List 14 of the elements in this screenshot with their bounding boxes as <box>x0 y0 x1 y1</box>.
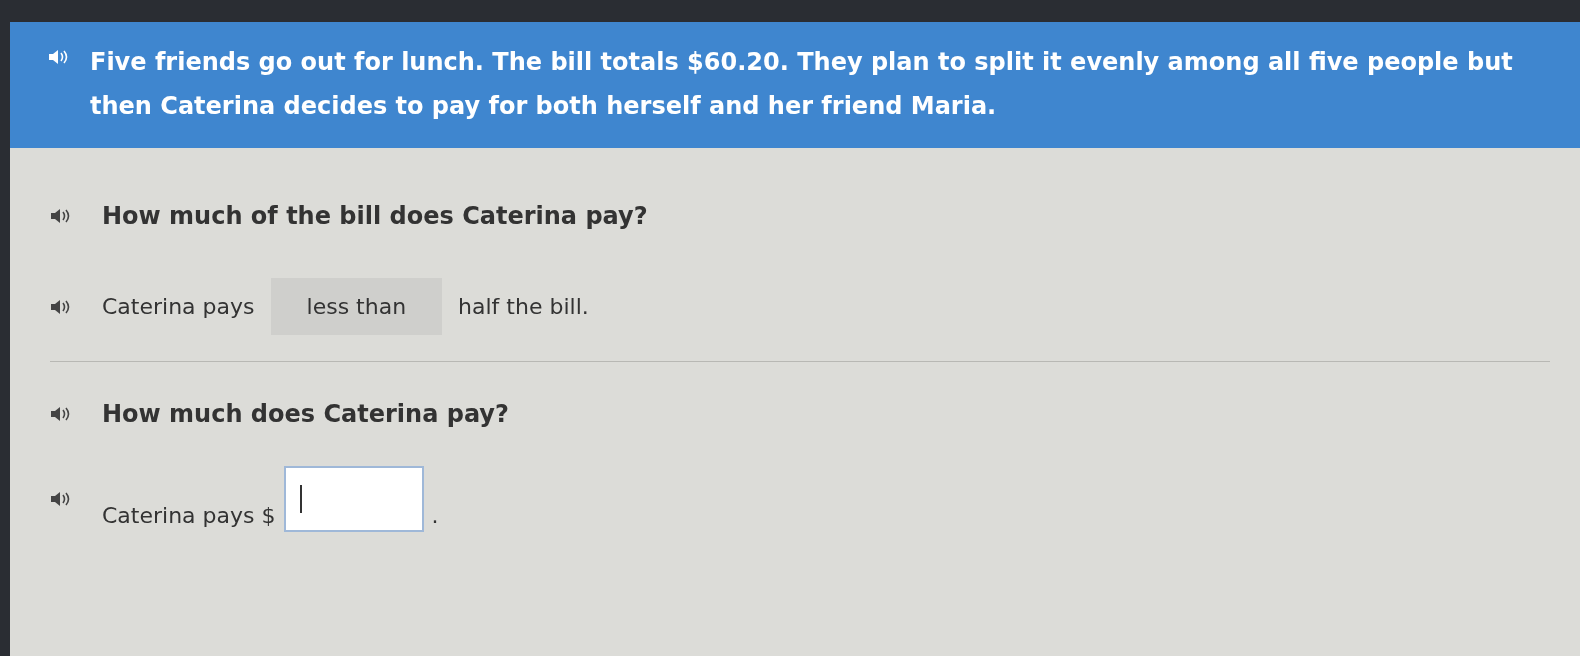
question-text: How much of the bill does Caterina pay? <box>102 201 648 232</box>
sentence-start: Caterina pays $ <box>102 502 276 530</box>
speaker-icon[interactable] <box>50 490 72 508</box>
answer-input[interactable] <box>283 466 424 532</box>
speaker-icon[interactable] <box>50 207 72 225</box>
problem-text: Five friends go out for lunch. The bill totals $60.20. They plan to split it evenly among all five people but then Caterina decides to pay for both herself and her friend Maria. <box>90 47 1514 122</box>
answer-dropdown[interactable]: less than <box>270 278 443 335</box>
sentence-period: . <box>431 502 439 530</box>
speaker-icon[interactable] <box>50 297 72 316</box>
question-text: How much does Caterina pay? <box>102 399 509 430</box>
sentence-start: Caterina pays <box>102 293 255 321</box>
sentence-end: half the bill. <box>458 293 589 321</box>
speaker-icon[interactable] <box>48 48 70 66</box>
speaker-icon[interactable] <box>50 405 72 423</box>
